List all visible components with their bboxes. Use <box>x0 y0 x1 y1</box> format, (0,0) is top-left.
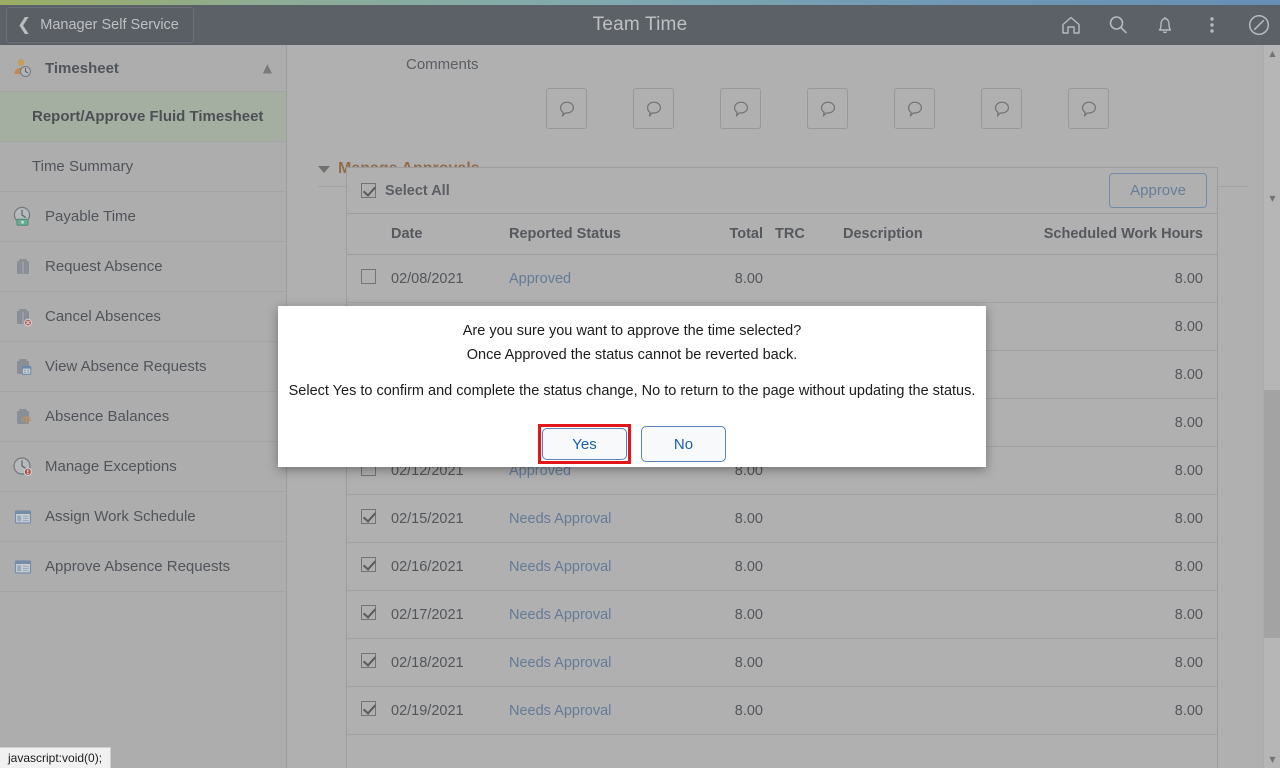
yes-button-highlight: Yes <box>538 424 631 464</box>
dialog-button-row: Yes No <box>538 424 726 464</box>
dialog-line-1: Are you sure you want to approve the tim… <box>462 323 802 339</box>
approve-confirmation-dialog: Are you sure you want to approve the tim… <box>278 306 986 467</box>
dialog-line-2: Once Approved the status cannot be rever… <box>466 347 798 363</box>
browser-status-bar: javascript:void(0); <box>0 747 112 768</box>
yes-button[interactable]: Yes <box>542 428 627 460</box>
app-root: Team Time ❮ Manager Self Service Timeshe… <box>0 0 1280 768</box>
no-button[interactable]: No <box>641 426 726 462</box>
status-bar-text: javascript:void(0); <box>8 751 103 765</box>
dialog-line-3: Select Yes to confirm and complete the s… <box>288 383 976 399</box>
